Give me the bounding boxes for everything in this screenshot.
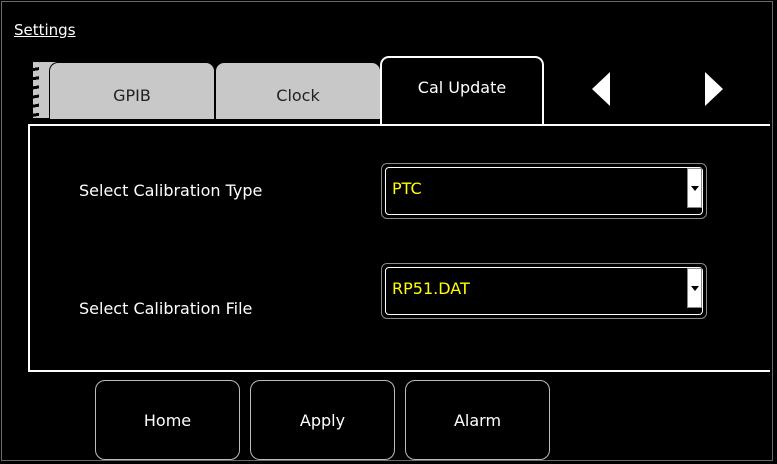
home-button-label: Home [143,410,192,430]
apply-button-label: Apply [299,410,346,430]
tab-cal-update[interactable]: Cal Update [380,56,544,124]
triangle-right-icon[interactable] [705,72,723,106]
calibration-file-dropdown[interactable]: RP51.DAT [381,263,707,319]
dropdown-frame [385,167,703,215]
chevron-down-icon [690,285,699,291]
tab-gpib[interactable]: GPIB [49,62,215,119]
calibration-type-dropdown[interactable]: PTC [381,163,707,219]
calibration-file-value: RP51.DAT [392,279,470,298]
page-title: Settings [14,21,76,39]
triangle-left-icon[interactable] [592,72,610,106]
dropdown-button[interactable] [687,168,702,208]
home-button[interactable]: Home [95,380,240,460]
calibration-type-label: Select Calibration Type [79,181,263,200]
tab-clock-label: Clock [276,85,320,105]
apply-button[interactable]: Apply [250,380,395,460]
calibration-type-value: PTC [392,179,422,198]
alarm-button[interactable]: Alarm [405,380,550,460]
cal-update-panel [28,124,770,372]
alarm-button-label: Alarm [453,410,502,430]
calibration-file-label: Select Calibration File [79,299,253,318]
tab-cal-update-label: Cal Update [417,77,507,97]
dropdown-button[interactable] [687,268,702,308]
chevron-down-icon [690,185,699,191]
tab-clock[interactable]: Clock [215,62,381,119]
tab-gpib-label: GPIB [113,85,151,105]
